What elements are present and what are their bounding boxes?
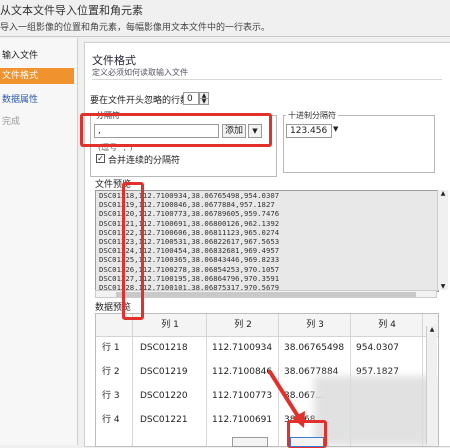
- annotation-arrow-icon: [268, 370, 305, 428]
- back-button[interactable]: [232, 437, 268, 447]
- next-button[interactable]: [290, 437, 324, 447]
